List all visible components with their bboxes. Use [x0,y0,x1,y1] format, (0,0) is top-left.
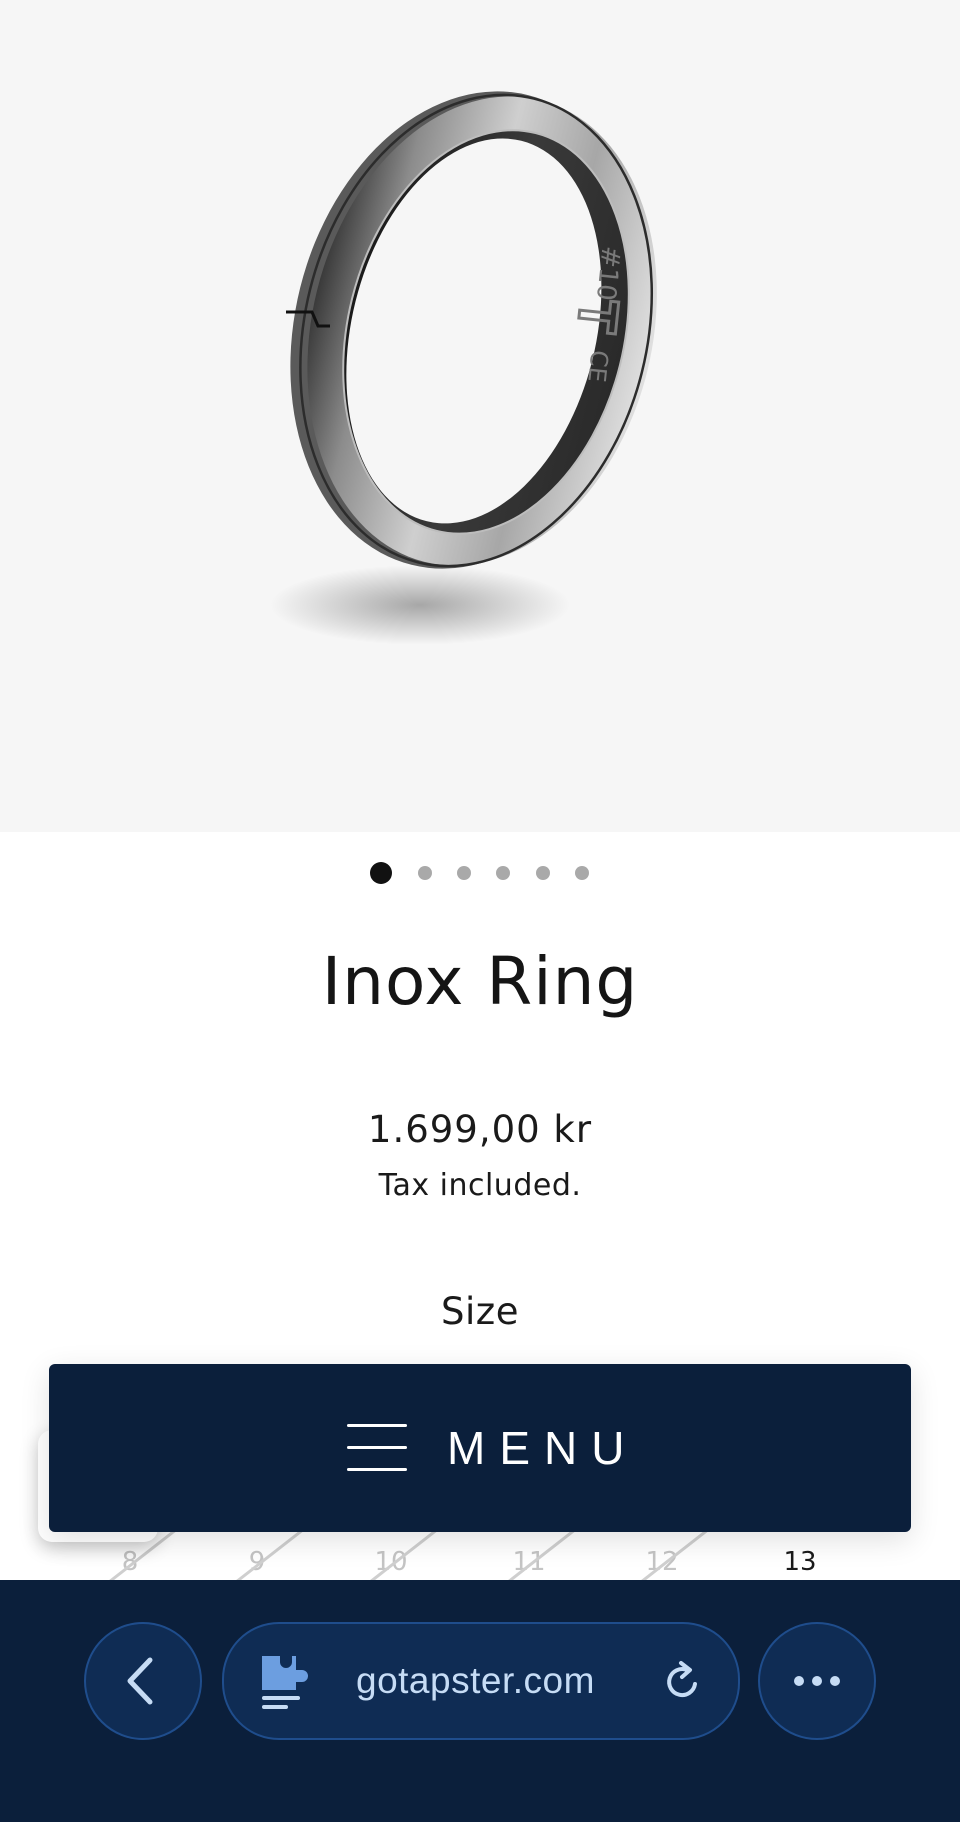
carousel-dot-2[interactable] [418,866,432,880]
size-option-11[interactable]: 11 [479,1526,579,1585]
size-option-13[interactable]: 13 [750,1530,850,1580]
back-button[interactable] [84,1622,202,1740]
svg-text:CE: CE [582,349,613,384]
more-horizontal-icon [794,1676,840,1686]
menu-button[interactable]: MENU [49,1364,911,1532]
size-label: Size [441,1290,519,1333]
reload-icon[interactable] [660,1659,706,1705]
size-option-12[interactable]: 12 [612,1526,712,1585]
product-price: 1.699,00 kr [367,1108,593,1151]
size-option-10[interactable]: 10 [341,1526,441,1585]
hamburger-icon [347,1424,407,1472]
svg-text:#10: #10 [590,244,626,302]
url-text: gotapster.com [356,1660,595,1701]
chevron-left-icon [127,1657,153,1705]
carousel-dot-3[interactable] [457,866,471,880]
address-bar[interactable]: gotapster.com [222,1622,740,1740]
tax-note: Tax included. [378,1168,582,1203]
product-title: Inox Ring [321,943,639,1020]
carousel-dot-5[interactable] [536,866,550,880]
browser-toolbar: gotapster.com [0,1580,960,1822]
carousel-dot-4[interactable] [496,866,510,880]
image-carousel-dots [0,862,960,886]
ring-illustration: #10 CE [270,91,657,645]
size-option-9[interactable]: 9 [207,1526,307,1585]
carousel-dot-1[interactable] [370,862,392,884]
more-button[interactable] [758,1622,876,1740]
size-option-label: 13 [783,1547,817,1577]
carousel-dot-6[interactable] [575,866,589,880]
unavailable-strike [233,1526,307,1585]
puzzle-page-icon [262,1656,308,1709]
product-image[interactable]: #10 CE [0,0,960,832]
menu-label: MENU [447,1422,639,1474]
